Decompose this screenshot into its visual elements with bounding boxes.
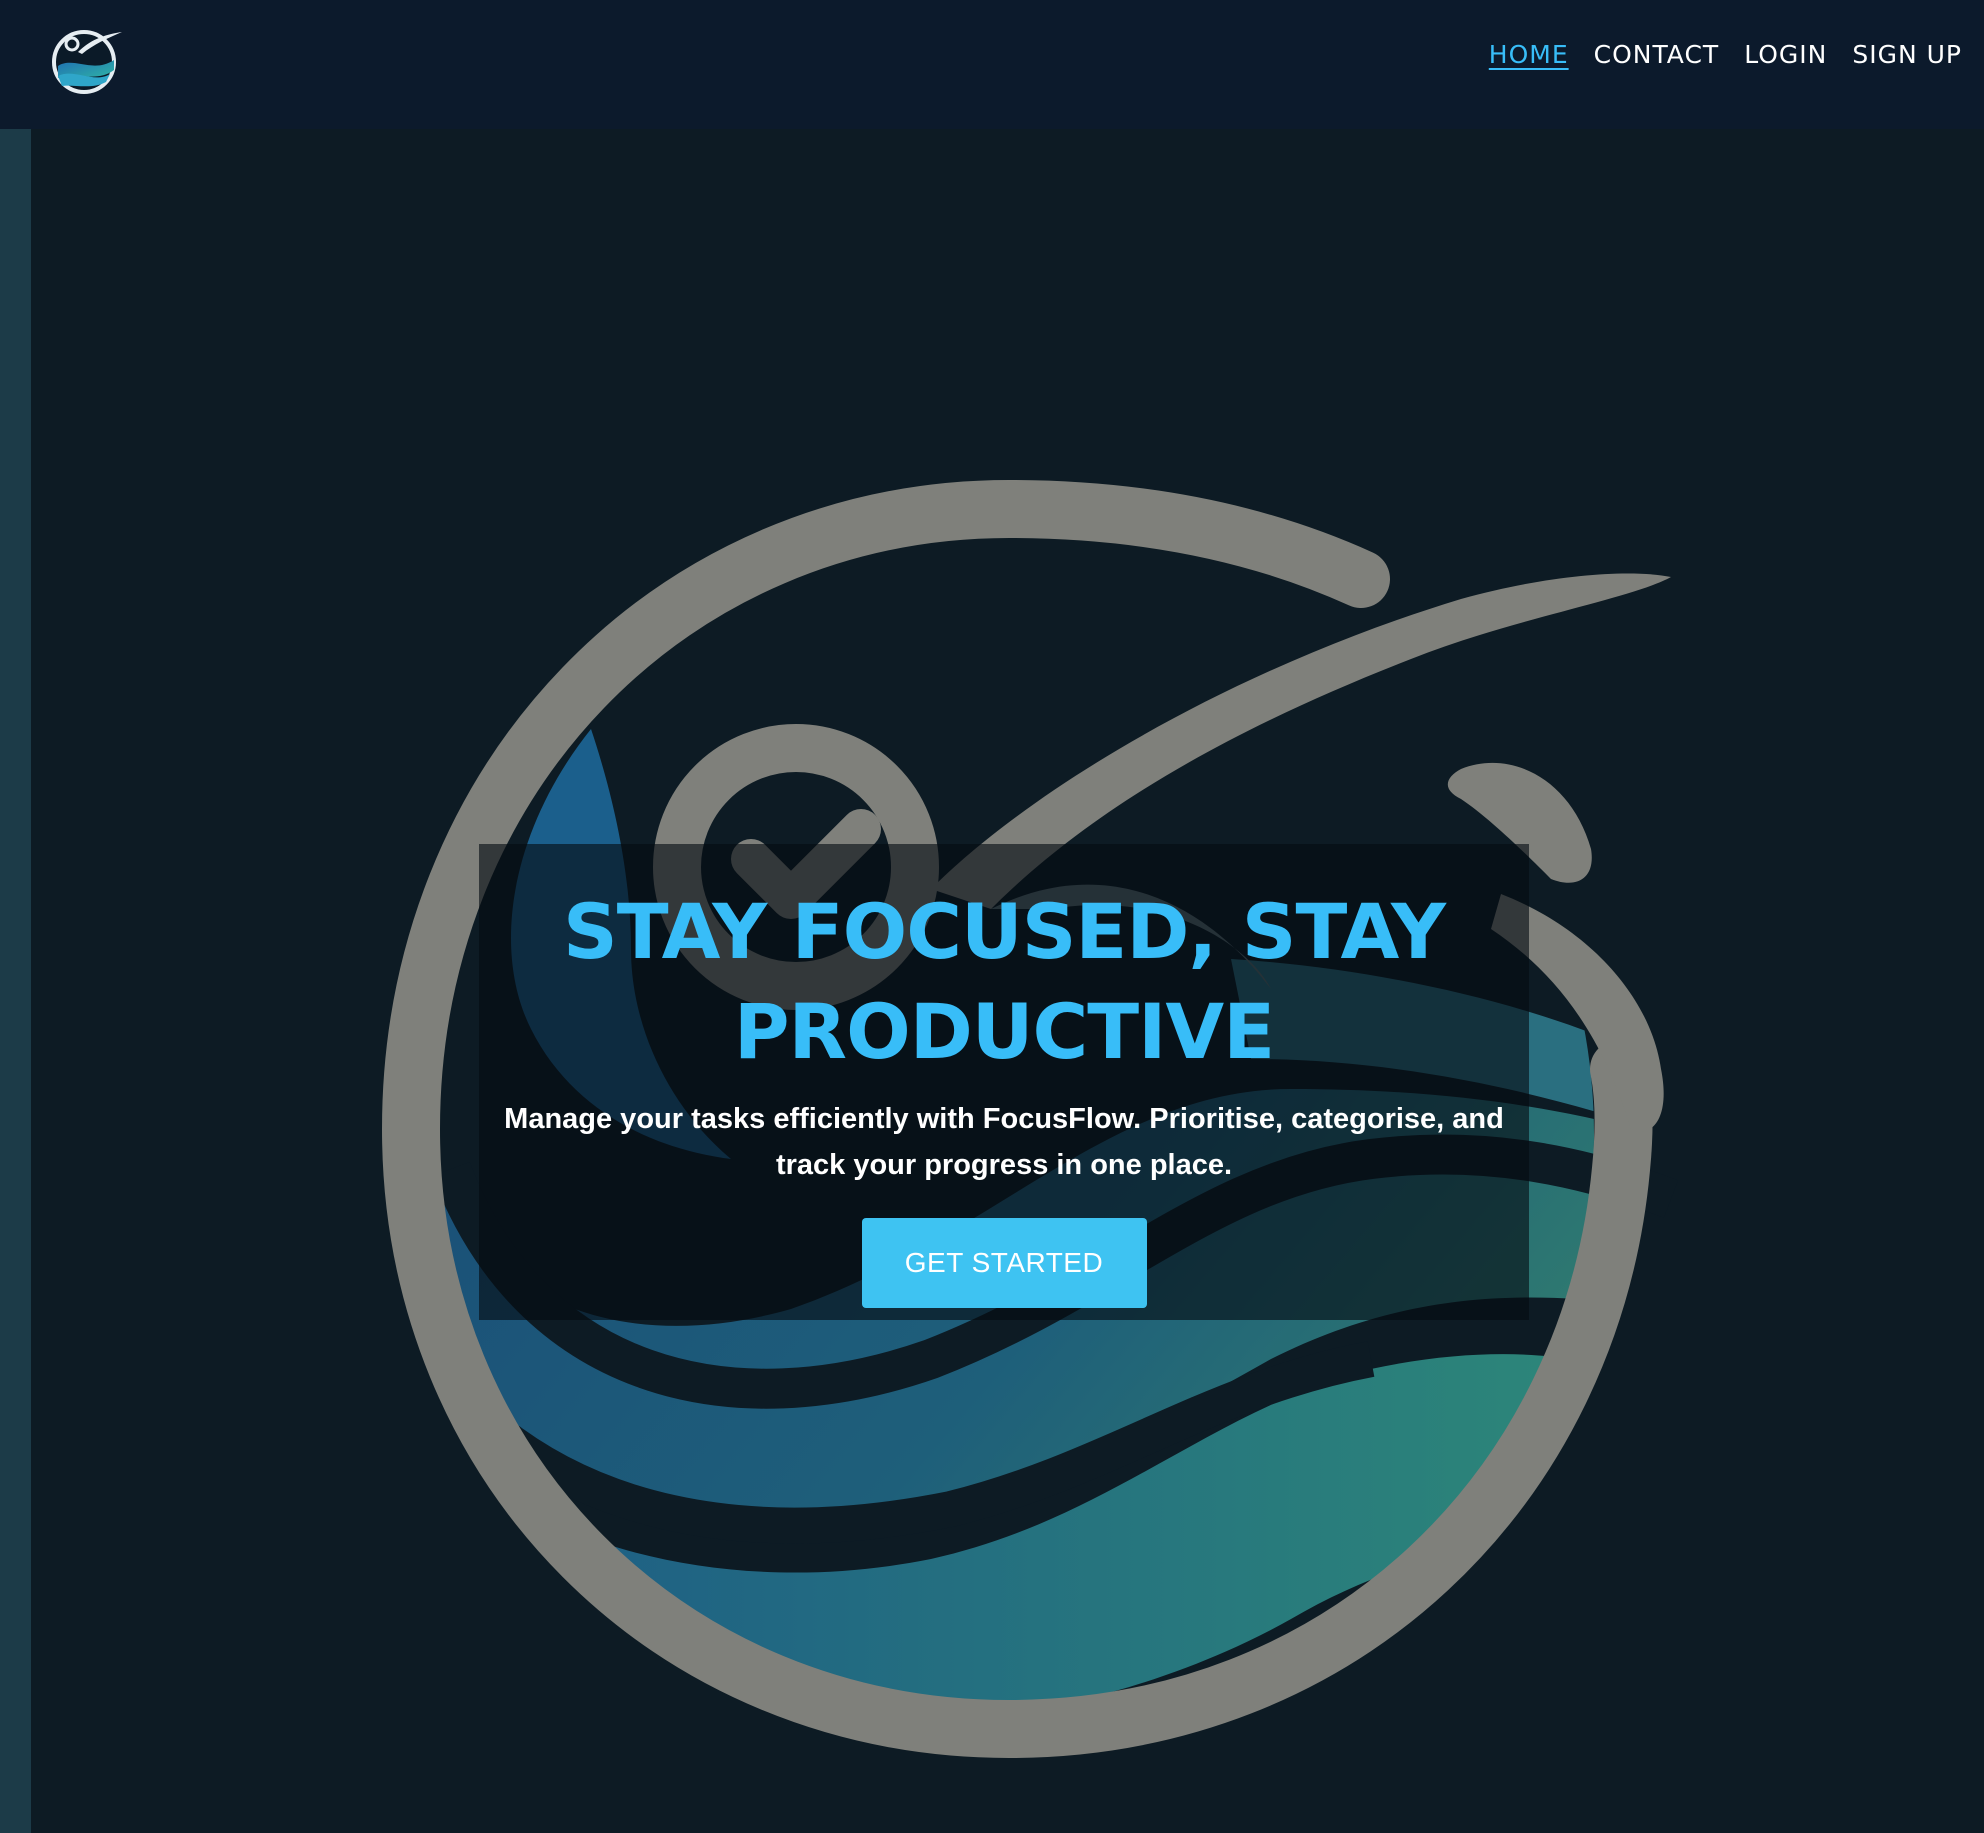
nav-links: HOME CONTACT LOGIN SIGN UP <box>1489 40 1962 69</box>
hero-card: STAY FOCUSED, STAY PRODUCTIVE Manage you… <box>479 844 1529 1320</box>
hero-subtitle: Manage your tasks efficiently with Focus… <box>504 1103 1504 1181</box>
left-edge-strip <box>0 129 31 1833</box>
top-navbar: HOME CONTACT LOGIN SIGN UP <box>0 0 1984 129</box>
hero-title: STAY FOCUSED, STAY PRODUCTIVE <box>562 887 1446 1076</box>
focusflow-logo-icon[interactable] <box>48 22 124 98</box>
get-started-button[interactable]: GET STARTED <box>861 1218 1147 1308</box>
right-edge-strip <box>1954 129 1984 1833</box>
nav-home-link[interactable]: HOME <box>1489 40 1569 69</box>
nav-signup-link[interactable]: SIGN UP <box>1852 40 1962 69</box>
nav-contact-link[interactable]: CONTACT <box>1594 40 1720 69</box>
hero-section: STAY FOCUSED, STAY PRODUCTIVE Manage you… <box>31 129 1954 1833</box>
nav-login-link[interactable]: LOGIN <box>1744 40 1827 69</box>
